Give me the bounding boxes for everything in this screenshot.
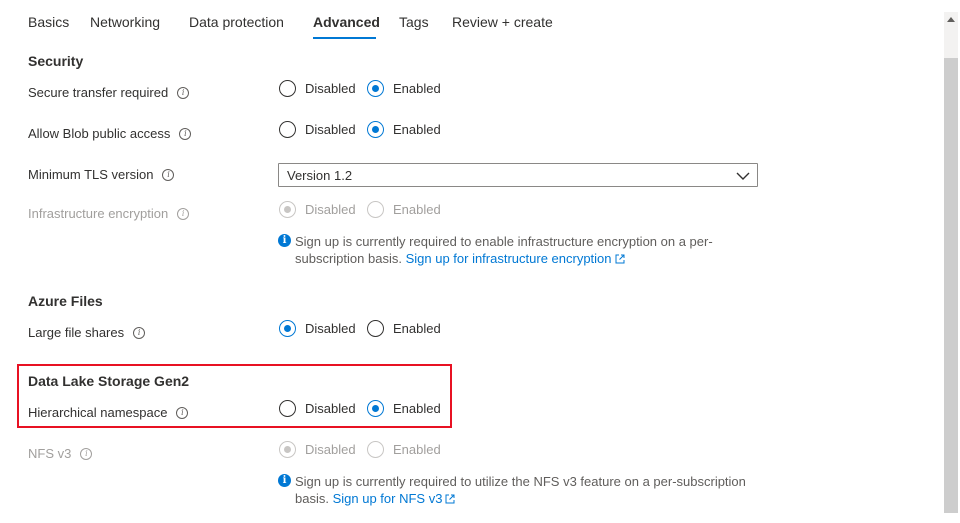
radio-label: Disabled [305,122,356,137]
infra-encryption-label: Infrastructure encryption i [28,206,190,221]
tab-networking[interactable]: Networking [90,14,160,30]
radio-circle [367,201,384,218]
blob-public-access-disabled-radio[interactable]: Disabled [279,121,356,138]
radio-circle [367,400,384,417]
radio-circle [367,121,384,138]
nfs-v3-enabled-radio: Enabled [367,441,441,458]
radio-label: Enabled [393,81,441,96]
secure-transfer-label-text: Secure transfer required [28,85,169,100]
large-file-shares-enabled-radio[interactable]: Enabled [367,320,441,337]
radio-circle [279,320,296,337]
nfs-v3-disabled-radio: Disabled [279,441,356,458]
infra-encryption-disabled-radio: Disabled [279,201,356,218]
radio-label: Enabled [393,122,441,137]
radio-circle [367,320,384,337]
radio-circle [279,201,296,218]
min-tls-label-text: Minimum TLS version [28,167,154,182]
tab-data-protection[interactable]: Data protection [189,14,284,30]
hierarchical-namespace-enabled-radio[interactable]: Enabled [367,400,441,417]
min-tls-label: Minimum TLS version i [28,167,175,182]
radio-circle [367,441,384,458]
blob-public-access-label-text: Allow Blob public access [28,126,171,141]
section-title-azure-files: Azure Files [28,293,103,309]
link-text: Sign up for infrastructure encryption [405,251,612,266]
info-icon[interactable]: i [177,86,190,99]
info-filled-icon: i [278,474,291,487]
blob-public-access-enabled-radio[interactable]: Enabled [367,121,441,138]
link-text: Sign up for NFS v3 [332,491,443,506]
info-icon[interactable]: i [133,326,146,339]
external-link-icon [615,251,625,268]
nfs-v3-signup-link[interactable]: Sign up for NFS v3 [333,491,456,506]
infra-encryption-label-text: Infrastructure encryption [28,206,169,221]
nfs-v3-label: NFS v3 i [28,446,93,461]
radio-label: Enabled [393,202,441,217]
info-icon[interactable]: i [162,168,175,181]
info-icon[interactable]: i [177,207,190,220]
large-file-shares-label: Large file shares i [28,325,146,340]
radio-label: Disabled [305,202,356,217]
large-file-shares-disabled-radio[interactable]: Disabled [279,320,356,337]
hierarchical-namespace-label: Hierarchical namespace i [28,405,189,420]
radio-circle [279,400,296,417]
radio-label: Enabled [393,321,441,336]
radio-label: Disabled [305,321,356,336]
infra-encryption-enabled-radio: Enabled [367,201,441,218]
radio-label: Disabled [305,442,356,457]
nfs-v3-label-text: NFS v3 [28,446,72,461]
radio-circle [279,80,296,97]
radio-label: Disabled [305,81,356,96]
info-icon[interactable]: i [179,127,192,140]
section-title-security: Security [28,53,84,69]
nfs-v3-note: i Sign up is currently required to utili… [278,473,758,508]
radio-circle [279,121,296,138]
info-icon[interactable]: i [80,447,93,460]
hierarchical-namespace-disabled-radio[interactable]: Disabled [279,400,356,417]
min-tls-dropdown[interactable]: Version 1.2 [278,163,758,187]
radio-label: Enabled [393,442,441,457]
tab-basics[interactable]: Basics [28,14,69,30]
scrollbar-thumb[interactable] [944,58,958,513]
secure-transfer-enabled-radio[interactable]: Enabled [367,80,441,97]
nfs-v3-note-text: Sign up is currently required to utilize… [278,473,758,508]
secure-transfer-disabled-radio[interactable]: Disabled [279,80,356,97]
info-filled-icon: i [278,234,291,247]
blob-public-access-label: Allow Blob public access i [28,126,192,141]
info-icon[interactable]: i [176,406,189,419]
radio-label: Enabled [393,401,441,416]
external-link-icon [445,491,455,508]
chevron-down-icon [736,169,750,184]
infra-encryption-note-text: Sign up is currently required to enable … [278,233,758,268]
scroll-up-arrow-icon[interactable] [947,17,955,22]
hierarchical-namespace-label-text: Hierarchical namespace [28,405,168,420]
active-tab-indicator [313,37,376,39]
min-tls-value: Version 1.2 [287,168,353,183]
tab-advanced[interactable]: Advanced [313,14,380,30]
section-title-data-lake: Data Lake Storage Gen2 [28,373,190,389]
radio-label: Disabled [305,401,356,416]
infra-encryption-signup-link[interactable]: Sign up for infrastructure encryption [406,251,625,266]
radio-circle [279,441,296,458]
infra-encryption-note: i Sign up is currently required to enabl… [278,233,758,268]
radio-circle [367,80,384,97]
secure-transfer-label: Secure transfer required i [28,85,190,100]
tab-tags[interactable]: Tags [399,14,429,30]
large-file-shares-label-text: Large file shares [28,325,125,340]
tab-review-create[interactable]: Review + create [452,14,553,30]
